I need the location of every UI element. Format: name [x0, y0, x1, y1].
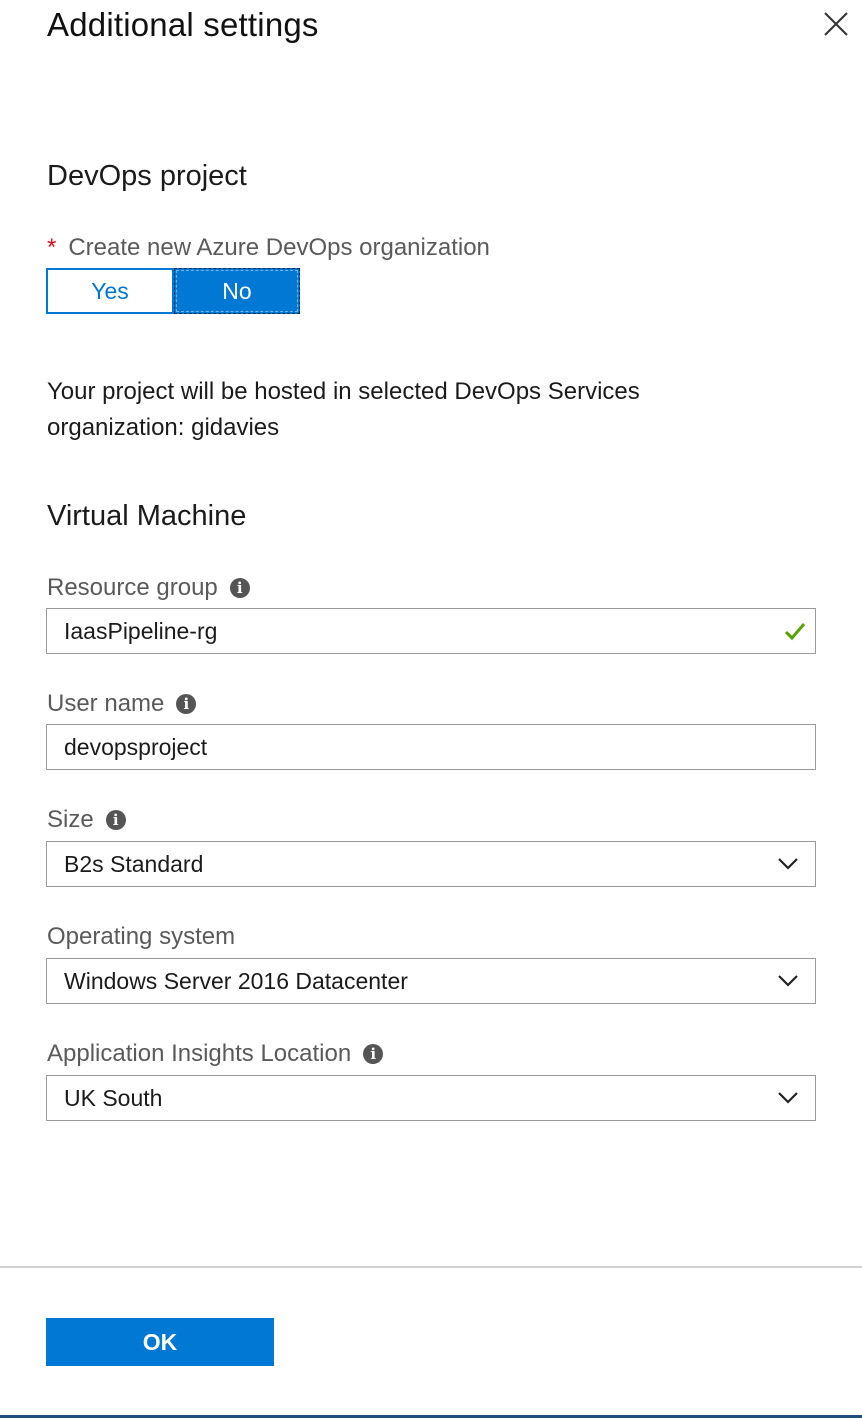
close-icon[interactable] [820, 8, 852, 40]
toggle-yes-option[interactable]: Yes [46, 268, 174, 314]
create-org-label-row: * Create new Azure DevOps organization [47, 234, 490, 262]
create-org-label: Create new Azure DevOps organization [68, 234, 490, 261]
info-icon[interactable]: i [176, 694, 197, 714]
app-insights-location-value: UK South [64, 1084, 163, 1111]
hosted-info-text: Your project will be hosted in selected … [47, 378, 640, 441]
operating-system-label-row: Operating system [47, 923, 235, 951]
user-name-input[interactable]: devopsproject [46, 724, 816, 770]
info-icon[interactable]: i [363, 1044, 384, 1064]
panel-title: Additional settings [47, 6, 319, 43]
app-insights-location-label-row: Application Insights Location i [47, 1040, 384, 1068]
size-label-row: Size i [47, 806, 126, 834]
resource-group-value: IaasPipeline-rg [64, 617, 218, 644]
additional-settings-panel: Additional settings DevOps project * Cre… [0, 0, 862, 1418]
operating-system-dropdown[interactable]: Windows Server 2016 Datacenter [46, 958, 816, 1004]
devops-section-title: DevOps project [47, 160, 247, 192]
toggle-no-option[interactable]: No [174, 268, 300, 314]
operating-system-label: Operating system [47, 923, 236, 950]
operating-system-value: Windows Server 2016 Datacenter [64, 967, 408, 994]
user-name-value: devopsproject [64, 733, 208, 760]
required-marker: * [47, 234, 57, 261]
footer-divider [0, 1266, 862, 1268]
user-name-label: User name [47, 690, 165, 717]
create-org-toggle: Yes No [46, 268, 300, 314]
chevron-down-icon [778, 1092, 798, 1104]
info-icon[interactable]: i [105, 810, 126, 830]
ok-button[interactable]: OK [46, 1318, 274, 1366]
size-dropdown[interactable]: B2s Standard [46, 841, 816, 887]
resource-group-label-row: Resource group i [47, 574, 250, 602]
vm-section-title: Virtual Machine [47, 500, 247, 532]
resource-group-input[interactable]: IaasPipeline-rg [46, 608, 816, 654]
size-label: Size [47, 806, 94, 833]
check-icon [784, 623, 806, 641]
app-insights-location-label: Application Insights Location [47, 1040, 352, 1067]
info-icon[interactable]: i [229, 578, 250, 598]
resource-group-label: Resource group [47, 574, 218, 601]
chevron-down-icon [778, 858, 798, 870]
user-name-label-row: User name i [47, 690, 197, 718]
app-insights-location-dropdown[interactable]: UK South [46, 1075, 816, 1121]
size-value: B2s Standard [64, 850, 204, 877]
chevron-down-icon [778, 975, 798, 987]
